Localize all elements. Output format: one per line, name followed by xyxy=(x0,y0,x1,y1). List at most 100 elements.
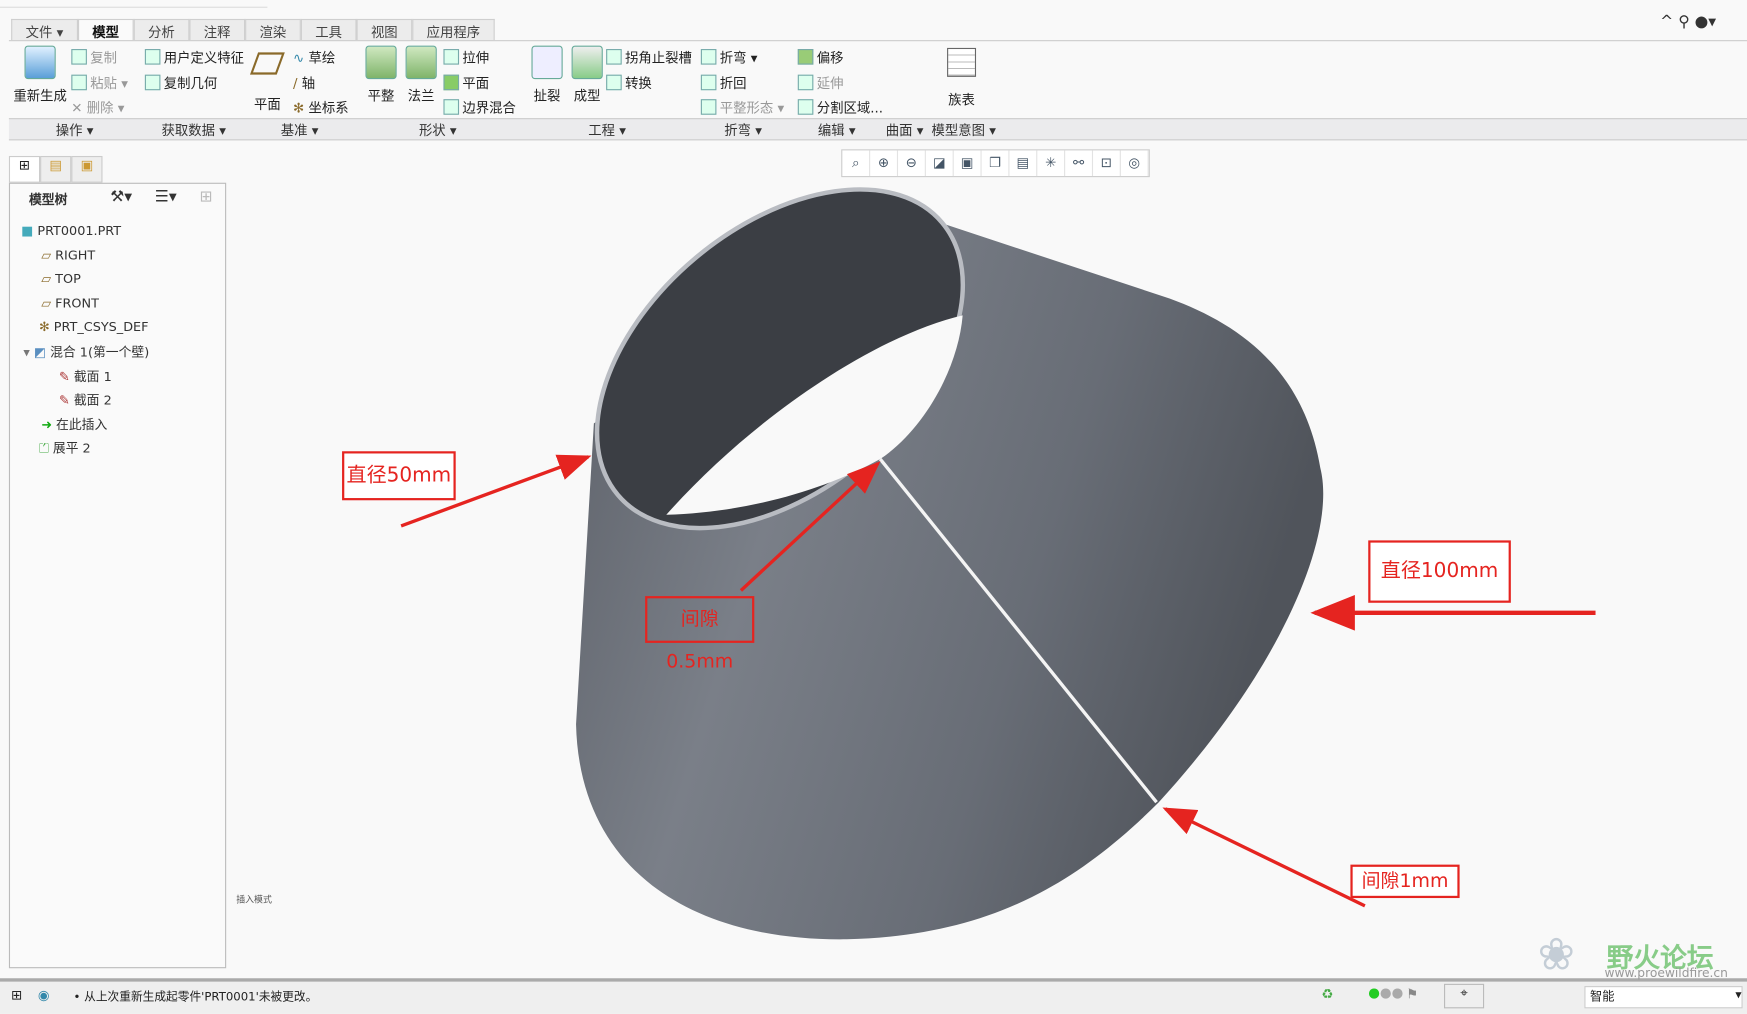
tree-item-part[interactable]: ■ PRT0001.PRT xyxy=(21,223,121,239)
collapse-triangle-icon[interactable]: ▾ xyxy=(23,344,34,360)
group-editing[interactable]: 编辑 ▾ xyxy=(818,120,856,139)
bend-button[interactable]: 折弯 ▾ xyxy=(700,48,757,67)
tab-annotate[interactable]: 注释 xyxy=(189,18,246,41)
corner-relief-icon xyxy=(606,49,622,65)
plane-icon xyxy=(249,52,285,75)
unbend-icon xyxy=(700,74,717,91)
boundary-blend-button[interactable]: 边界混合 xyxy=(443,98,516,117)
sketch-button[interactable]: ∿ 草绘 xyxy=(293,48,335,67)
regenerate-button[interactable]: 重新生成 xyxy=(13,45,67,105)
flat-state-button[interactable]: 平整形态 ▾ xyxy=(700,98,784,117)
group-shapes[interactable]: 形状 ▾ xyxy=(419,120,457,139)
offset-button[interactable]: 偏移 xyxy=(797,48,843,67)
browser-toggle-icon[interactable]: ◉ xyxy=(38,987,50,1003)
navigator-tabs: ⊞ ▤ ▣ xyxy=(8,155,103,183)
group-model-intent[interactable]: 模型意图 ▾ xyxy=(931,120,995,139)
copy-geometry-icon xyxy=(144,74,161,91)
tree-item-top[interactable]: ▱ TOP xyxy=(41,271,81,287)
paste-button[interactable]: 粘贴 ▾ xyxy=(71,74,128,93)
split-area-button[interactable]: 分割区域... xyxy=(797,98,883,117)
annotation-dia100: 直径100mm xyxy=(1368,540,1511,603)
tree-item-csys[interactable]: ✻ PRT_CSYS_DEF xyxy=(39,319,149,335)
rip-button[interactable]: 扯裂 xyxy=(528,45,566,105)
sketch-icon: ✎ xyxy=(59,368,74,385)
extend-button[interactable]: 延伸 xyxy=(797,74,843,93)
tab-applications[interactable]: 应用程序 xyxy=(412,18,495,41)
collapse-ribbon-icon[interactable]: ^ xyxy=(1660,13,1673,31)
flag-icon[interactable]: ⚑ xyxy=(1406,986,1418,1002)
model-tree-tab-icon[interactable]: ⊞ xyxy=(8,155,41,183)
find-icon[interactable]: ⌖ xyxy=(1444,983,1485,1009)
tab-model[interactable]: 模型 xyxy=(77,18,134,41)
paste-icon xyxy=(71,74,87,91)
tab-analysis[interactable]: 分析 xyxy=(133,18,190,41)
favorites-tab-icon[interactable]: ▣ xyxy=(71,155,103,183)
group-surfaces[interactable]: 曲面 ▾ xyxy=(886,120,924,139)
plane-icon: ▱ xyxy=(41,270,56,287)
csys-button[interactable]: ✻ 坐标系 xyxy=(293,98,349,117)
tab-tools[interactable]: 工具 xyxy=(300,18,357,41)
help-icon[interactable]: ●▾ xyxy=(1695,13,1716,31)
group-engineering[interactable]: 工程 ▾ xyxy=(588,120,626,139)
axis-icon: / xyxy=(293,75,302,92)
tab-render[interactable]: 渲染 xyxy=(245,18,301,41)
group-datum[interactable]: 基准 ▾ xyxy=(281,120,319,139)
tab-view[interactable]: 视图 xyxy=(356,18,413,41)
planar-button[interactable]: 平整 xyxy=(363,45,399,105)
show-icon[interactable]: ☰▾ xyxy=(155,188,177,206)
delete-icon: ✕ xyxy=(71,100,87,116)
group-operations[interactable]: 操作 ▾ xyxy=(56,120,94,139)
top-right-controls[interactable]: ^ ⚲ ●▾ xyxy=(1660,13,1716,31)
part-icon: ■ xyxy=(21,222,38,239)
ribbon: 重新生成 复制 粘贴 ▾ ✕ 删除 ▾ 用户定义特征 复制几何 平面 ∿ 草绘 … xyxy=(8,40,1747,119)
regenerate-icon xyxy=(24,45,56,80)
family-table-button[interactable]: 族表 xyxy=(943,47,981,109)
axis-button[interactable]: / 轴 xyxy=(293,74,315,93)
convert-button[interactable]: 转换 xyxy=(606,74,652,93)
status-bar: ⊞ ◉ • 从上次重新生成起零件'PRT0001'未被更改。 ♻ ●●● ⚑ ⌖… xyxy=(0,978,1747,1014)
tree-item-insert-here[interactable]: ➜ 在此插入 xyxy=(41,416,107,434)
group-bends[interactable]: 折弯 ▾ xyxy=(724,120,762,139)
tree-item-section-1[interactable]: ✎ 截面 1 xyxy=(59,368,112,386)
flange-button[interactable]: 法兰 xyxy=(403,45,439,105)
tree-item-section-2[interactable]: ✎ 截面 2 xyxy=(59,391,112,409)
flat-button[interactable]: 平面 xyxy=(443,74,489,93)
udf-icon xyxy=(144,49,161,65)
model-tree-panel: 模型树 ⚒▾ ☰▾ ⊞ ■ PRT0001.PRT ▱ RIGHT ▱ TOP … xyxy=(8,182,227,969)
ribbon-tabs: 文件 ▾ 模型 分析 注释 渲染 工具 视图 应用程序 xyxy=(11,18,495,41)
convert-icon xyxy=(606,74,622,91)
family-table-icon xyxy=(947,47,977,77)
filter-icon[interactable]: ⊞ xyxy=(199,188,212,206)
graphics-viewport[interactable] xyxy=(227,138,1747,976)
unbend-button[interactable]: 折回 xyxy=(700,74,747,93)
group-get-data[interactable]: 获取数据 ▾ xyxy=(162,120,226,139)
udf-button[interactable]: 用户定义特征 xyxy=(144,48,244,67)
datum-plane-button[interactable]: 平面 xyxy=(247,50,287,114)
copy-button[interactable]: 复制 xyxy=(71,48,117,67)
folder-browser-tab-icon[interactable]: ▤ xyxy=(40,155,72,183)
form-button[interactable]: 成型 xyxy=(568,45,606,105)
tab-file[interactable]: 文件 ▾ xyxy=(11,18,78,41)
navigator-toggle-icon[interactable]: ⊞ xyxy=(11,987,22,1003)
tree-item-right[interactable]: ▱ RIGHT xyxy=(41,247,95,263)
settings-icon[interactable]: ⚒▾ xyxy=(110,188,132,206)
quick-access-toolbar xyxy=(0,0,268,8)
offset-icon xyxy=(797,49,814,65)
selection-filter[interactable]: 智能 ▾ xyxy=(1584,986,1743,1009)
extrude-button[interactable]: 拉伸 xyxy=(443,48,489,67)
tree-item-blend[interactable]: ▾ ◩ 混合 1(第一个壁) xyxy=(23,343,149,361)
annotation-gap1: 间隙1mm xyxy=(1350,864,1460,899)
insert-arrow-icon: ➜ xyxy=(41,416,57,433)
tree-item-front[interactable]: ▱ FRONT xyxy=(41,295,99,311)
delete-button[interactable]: ✕ 删除 ▾ xyxy=(71,98,124,117)
plane-icon: ▱ xyxy=(41,247,56,263)
copy-geometry-button[interactable]: 复制几何 xyxy=(144,74,217,93)
regen-status-icon[interactable]: ♻ xyxy=(1321,986,1333,1002)
planar-icon xyxy=(365,45,397,80)
corner-relief-button[interactable]: 拐角止裂槽 xyxy=(606,48,692,67)
search-icon[interactable]: ⚲ xyxy=(1678,13,1689,31)
unbend-icon: ⏍ xyxy=(38,440,53,456)
sketch-icon: ∿ xyxy=(293,50,309,66)
tree-item-unbend[interactable]: ⏍ 展平 2 xyxy=(39,439,91,457)
extrude-icon xyxy=(443,49,460,65)
